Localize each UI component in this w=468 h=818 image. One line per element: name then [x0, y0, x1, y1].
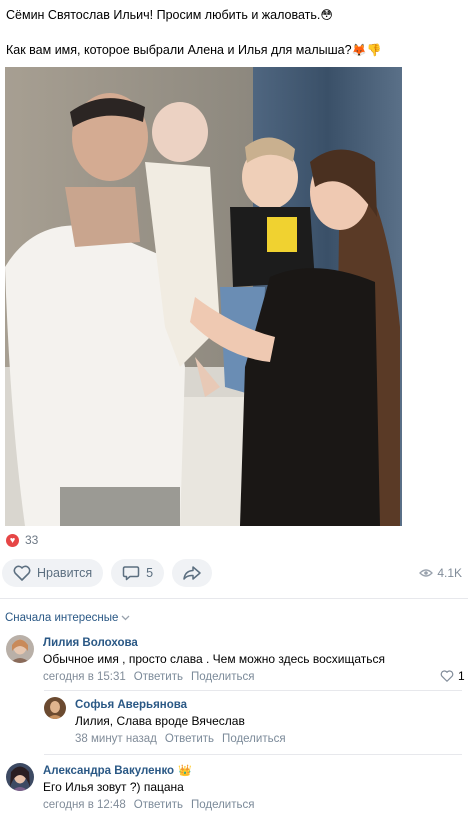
comment-author[interactable]: Софья Аверьянова [75, 697, 286, 713]
thumb-down-emoji-icon: 👎 [366, 43, 382, 57]
comment-like-button[interactable]: 1 [440, 669, 465, 683]
post-text-line-1: Сёмин Святослав Ильич! Просим любить и ж… [6, 6, 462, 25]
crown-emoji-icon: 👑 [178, 765, 192, 777]
views-counter: 4.1K [419, 566, 462, 580]
comment-time[interactable]: сегодня в 15:31 [43, 668, 126, 686]
heart-outline-icon [440, 670, 454, 682]
family-photo [5, 67, 402, 526]
share-link[interactable]: Поделиться [222, 730, 286, 748]
comment-author[interactable]: Александра Вакуленко 👑 [43, 763, 254, 779]
reply-button[interactable]: Ответить [134, 668, 183, 686]
reply-button[interactable]: Ответить [134, 796, 183, 814]
comment-button[interactable]: 5 [111, 559, 165, 587]
avatar[interactable] [6, 763, 34, 791]
post-actions: Нравится 5 4.1K [2, 558, 468, 588]
like-button[interactable]: Нравится [2, 559, 104, 587]
divider [0, 598, 468, 599]
comment-meta: 38 минут назад Ответить Поделиться [75, 730, 286, 748]
comment-meta: сегодня в 12:48 Ответить Поделиться [43, 796, 254, 814]
likes-count: 33 [25, 533, 39, 547]
astonished-emoji-icon: 😳 [320, 8, 333, 22]
heart-outline-icon [13, 565, 31, 581]
sort-label: Сначала интересные [5, 612, 119, 624]
comment-meta: сегодня в 15:31 Ответить Поделиться [43, 668, 385, 686]
post-photo[interactable] [5, 67, 402, 526]
comment-time[interactable]: 38 минут назад [75, 730, 157, 748]
post-text: Сёмин Святослав Ильич! Просим любить и ж… [0, 0, 468, 60]
views-count: 4.1K [437, 566, 462, 580]
eye-icon [419, 569, 434, 577]
comment-text: Лилия, Слава вроде Вячеслав [75, 714, 245, 728]
divider [44, 690, 462, 691]
likes-summary[interactable]: ♥ 33 [6, 533, 38, 547]
post-text-line-2: Как вам имя, которое выбрали Алена и Иль… [6, 41, 462, 60]
avatar[interactable] [6, 635, 34, 663]
comment-time[interactable]: сегодня в 12:48 [43, 796, 126, 814]
share-link[interactable]: Поделиться [191, 796, 255, 814]
comment-author[interactable]: Лилия Волохова [43, 635, 385, 651]
comment-icon [122, 566, 140, 581]
comments-sort-dropdown[interactable]: Сначала интересные [5, 612, 130, 624]
like-button-label: Нравится [37, 566, 93, 580]
share-link[interactable]: Поделиться [191, 668, 255, 686]
fox-emoji-icon: 🦊 [351, 43, 367, 57]
chevron-down-icon [121, 615, 130, 621]
comments-count: 5 [146, 566, 154, 580]
divider [44, 754, 462, 755]
comment-reply-item: Софья Аверьянова Лилия, Слава вроде Вяче… [44, 697, 286, 748]
share-button[interactable] [172, 559, 213, 587]
comment-text: Его Илья зовут ?) пацана [43, 780, 184, 794]
comment-item: Александра Вакуленко 👑 Его Илья зовут ?) … [6, 763, 254, 814]
comment-text: Обычное имя , просто слава . Чем можно з… [43, 652, 386, 666]
share-icon [183, 566, 201, 580]
comment-like-count: 1 [458, 669, 465, 683]
comment-item: Лилия Волохова Обычное имя , просто слав… [6, 635, 385, 686]
avatar[interactable] [44, 697, 66, 719]
heart-icon: ♥ [6, 533, 19, 547]
reply-button[interactable]: Ответить [165, 730, 214, 748]
